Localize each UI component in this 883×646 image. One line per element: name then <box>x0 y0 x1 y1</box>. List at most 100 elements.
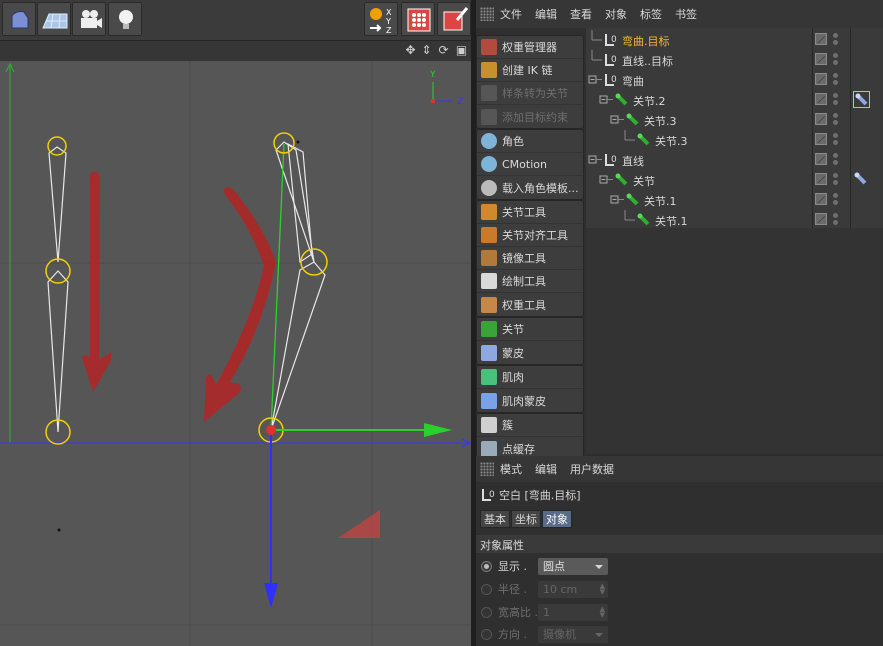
cluster-button[interactable]: 簇 <box>477 414 583 437</box>
visibility-dots[interactable] <box>833 153 838 167</box>
orientation-radio[interactable] <box>481 628 492 640</box>
main-toolbar: X Y Z <box>0 0 471 41</box>
muscle-button[interactable]: 肌肉 <box>477 366 583 389</box>
visibility-dots[interactable] <box>833 113 838 127</box>
menu-file[interactable]: 文件 <box>500 6 522 22</box>
spline-to-joint-button[interactable]: 样条转为关节 <box>477 82 583 105</box>
grip-icon[interactable] <box>480 7 494 21</box>
gizmo-arrow-green[interactable] <box>424 423 452 437</box>
render-settings-icon[interactable] <box>437 2 471 36</box>
object-name: 直线..目标 <box>622 55 673 68</box>
spinner-icon: ▲ ▼ <box>599 581 605 596</box>
camera-icon[interactable] <box>72 2 106 36</box>
visibility-dots[interactable] <box>833 33 838 47</box>
layer-toggle[interactable] <box>815 133 827 145</box>
layer-toggle[interactable] <box>815 53 827 65</box>
move-gizmo[interactable] <box>264 423 452 608</box>
tab-coord[interactable]: 坐标 <box>511 510 541 528</box>
visibility-dots[interactable] <box>833 213 838 227</box>
weight-tool-button[interactable]: 权重工具 <box>477 293 583 316</box>
layer-toggle[interactable] <box>815 113 827 125</box>
weight-manager-button[interactable]: 权重管理器 <box>477 36 583 59</box>
joint-button[interactable]: 关节 <box>477 318 583 341</box>
spinner-icon: ▲ ▼ <box>599 604 605 619</box>
radius-value: 10 cm <box>543 582 578 596</box>
gizmo-arrow-blue[interactable] <box>264 583 278 608</box>
add-aim-constraint-button[interactable]: 添加目标约束 <box>477 105 583 128</box>
joint-handle-top[interactable] <box>47 136 67 156</box>
coordinate-system-icon[interactable]: X Y Z <box>364 2 398 36</box>
viewport-canvas: Y Z <box>0 61 471 646</box>
layer-toggle[interactable] <box>815 153 827 165</box>
joint-tool-button[interactable]: 关节工具 <box>477 201 583 224</box>
visibility-dots[interactable] <box>833 73 838 87</box>
layer-toggle[interactable] <box>815 213 827 225</box>
ik-tag-icon[interactable] <box>853 91 870 108</box>
object-row[interactable]: 关节.3 <box>586 110 883 130</box>
object-row[interactable]: 0 弯曲 <box>586 70 883 90</box>
menu-edit[interactable]: 编辑 <box>535 461 557 477</box>
grip-icon[interactable] <box>480 462 494 476</box>
render-view-icon[interactable] <box>401 2 435 36</box>
floor-icon[interactable] <box>37 2 71 36</box>
move-view-icon[interactable]: ✥ <box>404 44 417 57</box>
menu-user-data[interactable]: 用户数据 <box>570 461 614 477</box>
object-row[interactable]: 0 直线 <box>586 150 883 170</box>
menu-bookmarks[interactable]: 书签 <box>675 6 697 22</box>
rotate-view-icon[interactable]: ⟳ <box>437 44 450 57</box>
orientation-dropdown[interactable]: 摄像机 <box>538 625 608 643</box>
menu-edit[interactable]: 编辑 <box>535 6 557 22</box>
radius-radio[interactable] <box>481 583 492 595</box>
object-row[interactable]: 关节.3 <box>586 130 883 150</box>
object-row[interactable]: 关节.1 <box>586 210 883 230</box>
layer-toggle[interactable] <box>815 173 827 185</box>
visibility-dots[interactable] <box>833 193 838 207</box>
visibility-dots[interactable] <box>833 93 838 107</box>
object-row[interactable]: 0 弯曲.目标 <box>586 30 883 50</box>
object-row[interactable]: 0 直线..目标 <box>586 50 883 70</box>
attributes-panel: 模式 编辑 用户数据 0 空白 [弯曲.目标] 基本 坐标 对象 对象属性 显示… <box>476 456 883 646</box>
menu-tags[interactable]: 标签 <box>640 6 662 22</box>
create-ik-chain-button[interactable]: 创建 IK 链 <box>477 59 583 82</box>
menu-view[interactable]: 查看 <box>570 6 592 22</box>
character-button[interactable]: 角色 <box>477 130 583 153</box>
object-row[interactable]: 关节.2 <box>586 90 883 110</box>
visibility-dots[interactable] <box>833 173 838 187</box>
layer-toggle[interactable] <box>815 33 827 45</box>
deformer-icon[interactable] <box>2 2 36 36</box>
menu-objects[interactable]: 对象 <box>605 6 627 22</box>
object-name: 关节.1 <box>655 215 688 228</box>
menu-mode[interactable]: 模式 <box>500 461 522 477</box>
object-name: 关节.2 <box>633 95 666 108</box>
load-character-template-button[interactable]: 载入角色模板... <box>477 176 583 199</box>
aspect-radio[interactable] <box>481 606 492 618</box>
tab-basic[interactable]: 基本 <box>480 510 510 528</box>
cmotion-button[interactable]: CMotion <box>477 153 583 176</box>
object-row[interactable]: 关节.1 <box>586 190 883 210</box>
radius-field[interactable]: 10 cm ▲ ▼ <box>538 580 608 598</box>
zoom-view-icon[interactable]: ⇕ <box>420 44 433 57</box>
visibility-dots[interactable] <box>833 133 838 147</box>
straight-joint-chain[interactable] <box>45 136 71 445</box>
aspect-field[interactable]: 1 ▲ ▼ <box>538 603 608 621</box>
display-radio[interactable] <box>481 560 492 572</box>
joint-icon <box>626 193 639 206</box>
tab-object[interactable]: 对象 <box>542 510 572 528</box>
maximize-view-icon[interactable]: ▣ <box>455 44 468 57</box>
skin-button[interactable]: 蒙皮 <box>477 341 583 364</box>
joint-align-tool-button[interactable]: 关节对齐工具 <box>477 224 583 247</box>
ik-tag-icon[interactable] <box>853 171 870 188</box>
layer-toggle[interactable] <box>815 73 827 85</box>
visibility-dots[interactable] <box>833 53 838 67</box>
display-dropdown[interactable]: 圆点 <box>538 557 608 575</box>
mirror-tool-button[interactable]: 镜像工具 <box>477 247 583 270</box>
gizmo-center[interactable] <box>266 425 276 435</box>
muscle-skin-button[interactable]: 肌肉蒙皮 <box>477 389 583 412</box>
layer-toggle[interactable] <box>815 93 827 105</box>
paint-tool-button[interactable]: 绘制工具 <box>477 270 583 293</box>
light-icon[interactable] <box>108 2 142 36</box>
tool-group-1: 权重管理器 创建 IK 链 样条转为关节 添加目标约束 <box>476 35 584 129</box>
viewport[interactable]: Y Z <box>0 61 471 646</box>
layer-toggle[interactable] <box>815 193 827 205</box>
object-row[interactable]: 关节 <box>586 170 883 190</box>
